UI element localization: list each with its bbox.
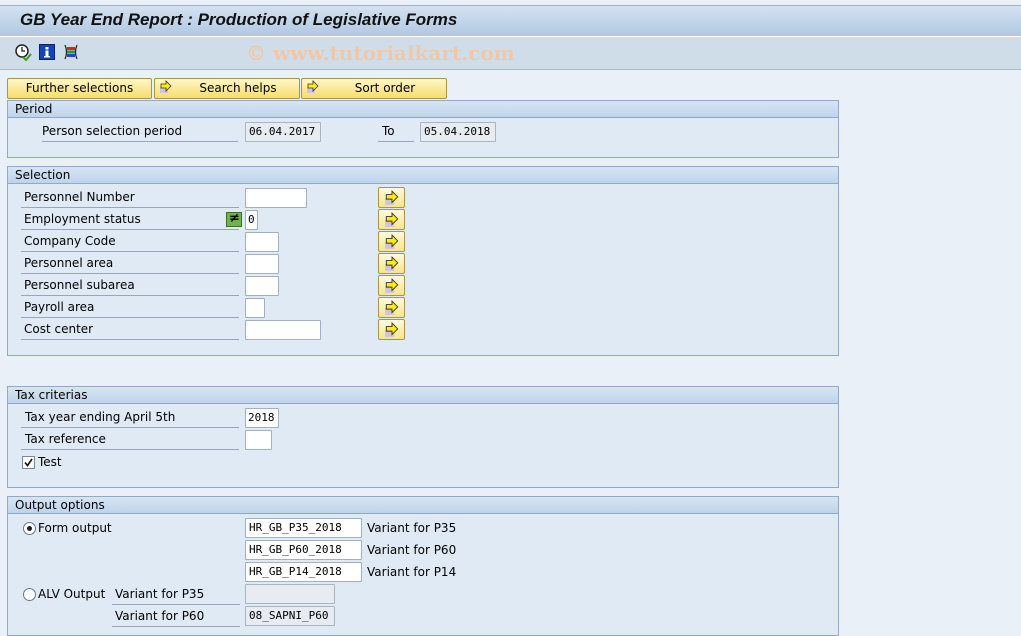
form-output-label: Form output: [38, 521, 112, 535]
period-header: Period: [8, 101, 838, 118]
payroll-area-multiple-selection-button[interactable]: [378, 297, 405, 318]
arrow-right-icon: [385, 212, 399, 227]
personnel-area-field[interactable]: [245, 254, 279, 274]
test-checkbox[interactable]: [22, 456, 35, 469]
form-variant-p14-label: Variant for P14: [367, 565, 457, 579]
tax-reference-field[interactable]: [245, 430, 272, 450]
cost-center-field[interactable]: [245, 320, 321, 340]
company-code-label: Company Code: [21, 234, 239, 252]
alv-output-label: ALV Output: [38, 587, 106, 601]
arrow-right-icon: [385, 300, 399, 315]
alv-variant-p60-field[interactable]: 08_SAPNI_P60: [245, 606, 335, 626]
selection-header: Selection: [8, 167, 838, 184]
cost-center-multiple-selection-button[interactable]: [378, 319, 405, 340]
period-from-field[interactable]: 06.04.2017: [245, 122, 321, 142]
alv-variant-p35-field[interactable]: [245, 584, 335, 604]
arrow-right-icon: [385, 278, 399, 293]
form-variant-p35-field[interactable]: HR_GB_P35_2018: [245, 518, 362, 538]
alv-variant-p35-label: Variant for P35: [112, 587, 240, 605]
further-selections-button[interactable]: Further selections: [7, 78, 152, 99]
personnel-area-label: Personnel area: [21, 256, 239, 274]
employment-status-multiple-selection-button[interactable]: [378, 209, 405, 230]
alv-output-radio[interactable]: [23, 588, 36, 601]
execute-clock-icon[interactable]: [14, 43, 32, 61]
period-to-label: To: [378, 124, 414, 142]
sort-order-button[interactable]: Sort order: [301, 78, 447, 99]
search-helps-button[interactable]: Search helps: [154, 78, 300, 99]
further-selections-label: Further selections: [25, 81, 134, 95]
personnel-number-label: Personnel Number: [21, 190, 239, 208]
test-label: Test: [38, 455, 62, 469]
cost-center-label: Cost center: [21, 322, 239, 340]
person-selection-period-label: Person selection period: [42, 124, 238, 142]
personnel-subarea-label: Personnel subarea: [21, 278, 239, 296]
arrow-right-icon: [385, 322, 399, 337]
tax-criterias-header: Tax criterias: [8, 387, 838, 404]
selection-options-icon[interactable]: [62, 43, 80, 61]
company-code-field[interactable]: [245, 232, 279, 252]
form-variant-p60-label: Variant for P60: [367, 543, 457, 557]
payroll-area-label: Payroll area: [21, 300, 239, 318]
personnel-number-field[interactable]: [245, 188, 307, 208]
employment-status-field[interactable]: 0: [245, 210, 258, 230]
personnel-number-multiple-selection-button[interactable]: [378, 187, 405, 208]
personnel-subarea-field[interactable]: [245, 276, 279, 296]
title-bar: GB Year End Report : Production of Legis…: [0, 5, 1021, 37]
personnel-subarea-multiple-selection-button[interactable]: [378, 275, 405, 296]
personnel-area-multiple-selection-button[interactable]: [378, 253, 405, 274]
form-variant-p35-label: Variant for P35: [367, 521, 457, 535]
period-to-field[interactable]: 05.04.2018: [420, 122, 496, 142]
arrow-right-icon: [306, 80, 320, 100]
form-variant-p60-field[interactable]: HR_GB_P60_2018: [245, 540, 362, 560]
info-icon[interactable]: [38, 43, 56, 61]
application-toolbar: © www.tutorialkart.com: [0, 37, 1021, 70]
watermark: © www.tutorialkart.com: [246, 41, 515, 65]
window-title: GB Year End Report : Production of Legis…: [20, 10, 458, 29]
form-output-radio[interactable]: [23, 522, 36, 535]
tax-reference-label: Tax reference: [21, 432, 239, 450]
arrow-right-icon: [385, 190, 399, 205]
tax-year-field[interactable]: 2018: [245, 408, 279, 428]
form-variant-p14-field[interactable]: HR_GB_P14_2018: [245, 562, 362, 582]
search-helps-label: Search helps: [199, 81, 277, 95]
not-equal-option-icon[interactable]: ≠: [226, 211, 242, 227]
sort-order-label: Sort order: [354, 81, 416, 95]
tax-year-label: Tax year ending April 5th: [21, 410, 239, 428]
output-options-header: Output options: [8, 497, 838, 514]
arrow-right-icon: [385, 234, 399, 249]
company-code-multiple-selection-button[interactable]: [378, 231, 405, 252]
alv-variant-p60-label: Variant for P60: [112, 609, 240, 627]
checkmark-icon: [24, 458, 33, 467]
arrow-right-icon: [385, 256, 399, 271]
employment-status-label: Employment status: [21, 212, 239, 230]
payroll-area-field[interactable]: [245, 298, 265, 318]
arrow-right-icon: [159, 80, 173, 100]
